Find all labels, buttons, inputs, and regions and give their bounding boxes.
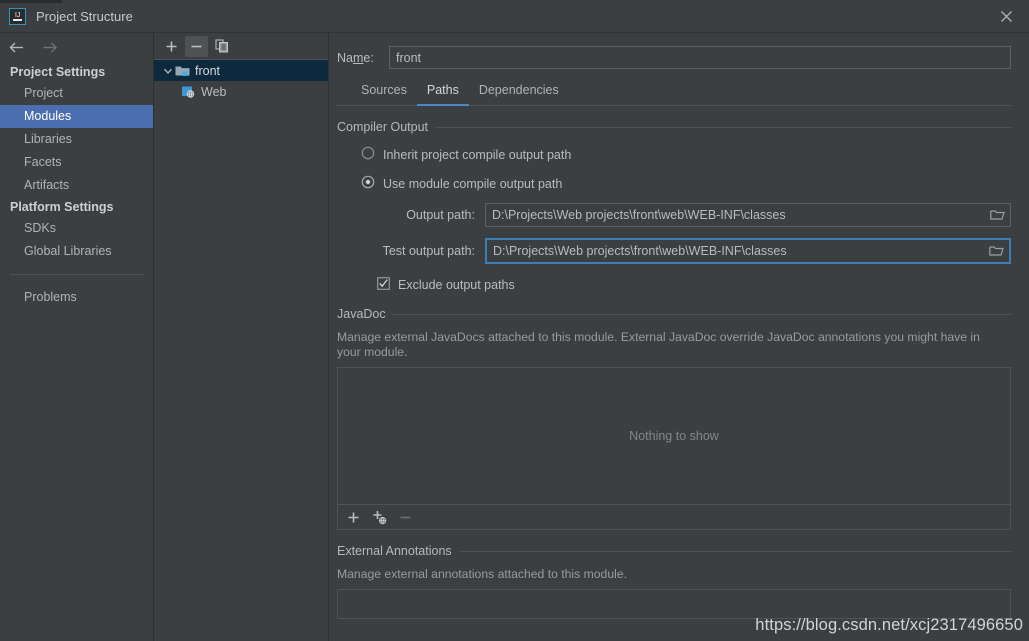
radio-label: Use module compile output path <box>383 176 563 191</box>
output-path-value: D:\Projects\Web projects\front\web\WEB-I… <box>492 208 786 222</box>
plus-icon[interactable] <box>345 509 362 526</box>
javadoc-header: JavaDoc <box>337 307 1011 321</box>
javadoc-list-toolbar <box>337 505 1011 530</box>
chevron-down-icon[interactable] <box>160 66 175 76</box>
exclude-output-paths-checkbox[interactable]: Exclude output paths <box>377 277 1011 293</box>
tree-node-front[interactable]: front <box>154 60 328 81</box>
minus-icon[interactable] <box>397 509 414 526</box>
sidebar-item-project[interactable]: Project <box>0 82 153 105</box>
module-name-input[interactable] <box>389 46 1011 69</box>
radio-label: Inherit project compile output path <box>383 147 572 162</box>
tree-node-label: Web <box>201 84 227 99</box>
module-tree-toolbar <box>154 33 328 60</box>
plus-icon[interactable] <box>160 36 183 57</box>
external-annotations-list[interactable] <box>337 589 1011 619</box>
sidebar-item-artifacts[interactable]: Artifacts <box>0 174 153 197</box>
javadoc-section: JavaDoc Manage external JavaDocs attache… <box>337 307 1011 530</box>
external-annotations-description: Manage external annotations attached to … <box>337 567 627 581</box>
output-path-field[interactable]: D:\Projects\Web projects\front\web\WEB-I… <box>485 203 1011 227</box>
section-title: External Annotations <box>337 544 452 558</box>
section-rule <box>458 550 1011 552</box>
folder-browse-icon[interactable] <box>983 240 1009 262</box>
module-settings-pane: Name: Sources Paths Dependencies Compile… <box>329 33 1029 641</box>
sidebar-item-sdks[interactable]: SDKs <box>0 217 153 240</box>
checkbox-label: Exclude output paths <box>398 278 515 292</box>
checkbox-checked-icon <box>377 277 390 293</box>
settings-sidebar: Project Settings Project Modules Librari… <box>0 33 154 641</box>
tree-node-label: front <box>195 63 221 78</box>
intellij-idea-logo-icon: IJ <box>9 7 26 25</box>
external-annotations-section: External Annotations Manage external ann… <box>337 544 1011 619</box>
sidebar-divider <box>10 274 143 275</box>
radio-inherit-project-output[interactable]: Inherit project compile output path <box>361 146 1011 163</box>
compiler-output-header: Compiler Output <box>337 120 1011 134</box>
arrow-right-icon[interactable] <box>40 39 58 57</box>
radio-unselected-icon <box>361 146 375 163</box>
section-title: JavaDoc <box>337 307 386 321</box>
minus-icon[interactable] <box>185 35 208 57</box>
sidebar-nav-bar <box>0 33 153 62</box>
module-folder-icon <box>175 64 190 77</box>
web-facet-icon <box>181 85 196 98</box>
title-bar-accent-strip <box>0 0 62 3</box>
section-title: Compiler Output <box>337 120 429 134</box>
sidebar-item-libraries[interactable]: Libraries <box>0 128 153 151</box>
radio-selected-icon <box>361 175 375 192</box>
window-title: Project Structure <box>36 8 133 24</box>
title-bar: IJ Project Structure <box>0 0 1029 33</box>
module-name-row: Name: <box>329 33 1019 69</box>
test-output-path-row: Test output path: D:\Projects\Web projec… <box>337 238 1011 264</box>
close-icon[interactable] <box>983 0 1029 33</box>
javadoc-empty-text: Nothing to show <box>629 429 719 443</box>
sidebar-group-platform-settings: Platform Settings <box>10 200 114 214</box>
folder-browse-icon[interactable] <box>984 204 1010 226</box>
test-output-path-label: Test output path: <box>382 244 475 258</box>
compiler-output-section: Compiler Output Inherit project compile … <box>337 120 1011 293</box>
sidebar-item-facets[interactable]: Facets <box>0 151 153 174</box>
radio-use-module-output[interactable]: Use module compile output path <box>361 175 1011 192</box>
tab-paths[interactable]: Paths <box>416 80 469 106</box>
sidebar-item-modules[interactable]: Modules <box>0 105 153 128</box>
module-tree-pane: front Web <box>154 33 329 641</box>
tab-dependencies[interactable]: Dependencies <box>469 80 569 106</box>
sidebar-group-project-settings: Project Settings <box>10 65 106 79</box>
javadoc-description: Manage external JavaDocs attached to thi… <box>337 330 980 359</box>
tree-node-web[interactable]: Web <box>154 81 328 102</box>
tab-sources[interactable]: Sources <box>351 80 417 106</box>
module-name-label: Name: <box>337 50 374 65</box>
section-rule <box>435 126 1011 128</box>
copy-icon[interactable] <box>210 36 233 57</box>
sidebar-item-global-libraries[interactable]: Global Libraries <box>0 240 153 263</box>
arrow-left-icon[interactable] <box>8 39 26 57</box>
output-path-row: Output path: D:\Projects\Web projects\fr… <box>337 203 1011 227</box>
test-output-path-value: D:\Projects\Web projects\front\web\WEB-I… <box>493 244 787 258</box>
test-output-path-field[interactable]: D:\Projects\Web projects\front\web\WEB-I… <box>485 238 1011 264</box>
plus-globe-icon[interactable] <box>371 509 388 526</box>
section-rule <box>392 313 1011 315</box>
sidebar-item-problems[interactable]: Problems <box>0 286 153 309</box>
javadoc-list[interactable]: Nothing to show <box>337 367 1011 505</box>
external-annotations-header: External Annotations <box>337 544 1011 558</box>
output-path-label: Output path: <box>406 208 475 222</box>
module-tabs: Sources Paths Dependencies <box>337 69 1011 106</box>
